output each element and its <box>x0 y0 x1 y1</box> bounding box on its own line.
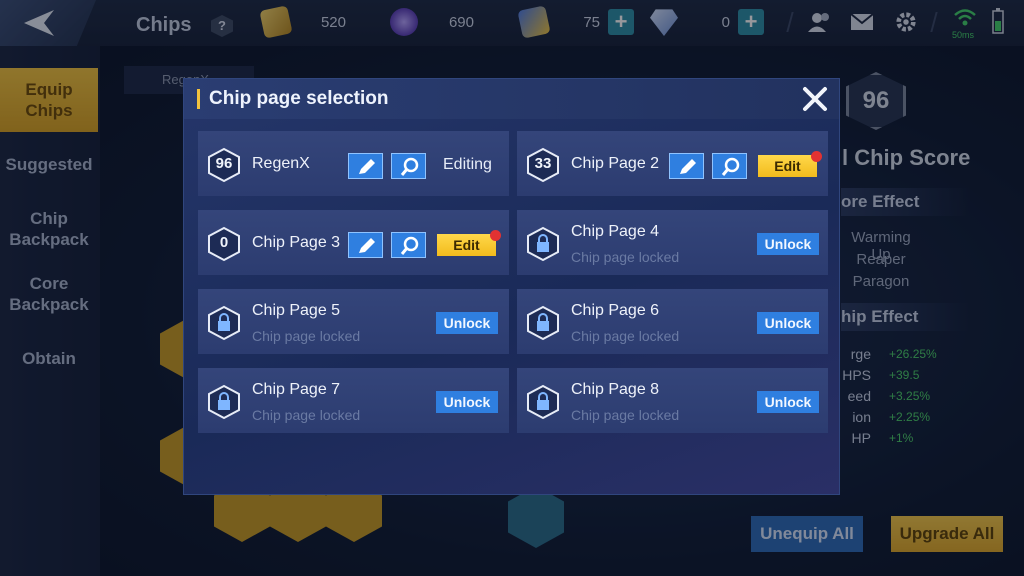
unlock-button[interactable]: Unlock <box>757 312 819 334</box>
search-icon <box>400 157 419 176</box>
chip-page-card[interactable]: Chip Page 8 Chip page locked Unlock <box>517 368 828 433</box>
header-accent <box>197 89 200 109</box>
page-score: 96 <box>215 155 233 172</box>
page-score-hex: 96 <box>206 147 242 183</box>
page-name: Chip Page 8 <box>571 381 660 398</box>
unlock-button[interactable]: Unlock <box>757 233 819 255</box>
page-lock-hex <box>525 305 561 341</box>
chip-page-card[interactable]: 0 Chip Page 3 Edit <box>198 210 509 275</box>
lock-icon <box>208 305 240 341</box>
rename-button[interactable] <box>348 232 383 258</box>
chip-page-card[interactable]: Chip Page 5 Chip page locked Unlock <box>198 289 509 354</box>
lock-icon <box>208 384 240 420</box>
locked-text: Chip page locked <box>571 249 680 265</box>
rename-button[interactable] <box>669 153 704 179</box>
page-score: 0 <box>219 234 229 251</box>
chip-page-card[interactable]: Chip Page 7 Chip page locked Unlock <box>198 368 509 433</box>
close-icon[interactable] <box>802 86 828 112</box>
locked-text: Chip page locked <box>571 407 680 423</box>
chip-page-card[interactable]: 33 Chip Page 2 Edit <box>517 131 828 196</box>
pencil-icon <box>359 159 375 174</box>
preview-button[interactable] <box>391 232 426 258</box>
dialog-title: Chip page selection <box>209 88 389 109</box>
page-score-hex: 33 <box>525 147 561 183</box>
chip-page-card[interactable]: Chip Page 4 Chip page locked Unlock <box>517 210 828 275</box>
page-name: Chip Page 2 <box>571 155 660 172</box>
locked-text: Chip page locked <box>571 328 680 344</box>
page-name: Chip Page 7 <box>252 381 341 398</box>
dialog-header: Chip page selection <box>184 79 839 119</box>
locked-text: Chip page locked <box>252 407 361 423</box>
pencil-icon <box>680 159 696 174</box>
editing-status: Editing <box>443 156 492 173</box>
page-score-hex: 0 <box>206 226 242 262</box>
chip-page-selection-dialog: Chip page selection 96 RegenX Editing 33… <box>183 78 840 495</box>
page-lock-hex <box>206 305 242 341</box>
page-name: Chip Page 4 <box>571 223 660 240</box>
edit-label: Edit <box>774 158 801 174</box>
lock-icon <box>527 226 559 262</box>
search-icon <box>400 236 419 255</box>
preview-button[interactable] <box>391 153 426 179</box>
notification-dot <box>811 151 822 162</box>
page-name: Chip Page 5 <box>252 302 341 319</box>
page-score: 33 <box>534 155 552 172</box>
unlock-button[interactable]: Unlock <box>436 312 498 334</box>
rename-button[interactable] <box>348 153 383 179</box>
pencil-icon <box>359 238 375 253</box>
chip-page-card[interactable]: 96 RegenX Editing <box>198 131 509 196</box>
lock-icon <box>527 384 559 420</box>
unlock-button[interactable]: Unlock <box>757 391 819 413</box>
page-name: RegenX <box>252 155 310 172</box>
lock-icon <box>527 305 559 341</box>
notification-dot <box>490 230 501 241</box>
page-name: Chip Page 3 <box>252 234 341 251</box>
locked-text: Chip page locked <box>252 328 361 344</box>
unlock-button[interactable]: Unlock <box>436 391 498 413</box>
edit-label: Edit <box>453 237 480 253</box>
chip-page-card[interactable]: Chip Page 6 Chip page locked Unlock <box>517 289 828 354</box>
search-icon <box>721 157 740 176</box>
edit-page-button[interactable]: Edit <box>437 230 501 256</box>
page-lock-hex <box>206 384 242 420</box>
preview-button[interactable] <box>712 153 747 179</box>
page-lock-hex <box>525 384 561 420</box>
edit-page-button[interactable]: Edit <box>758 151 822 177</box>
page-lock-hex <box>525 226 561 262</box>
page-name: Chip Page 6 <box>571 302 660 319</box>
